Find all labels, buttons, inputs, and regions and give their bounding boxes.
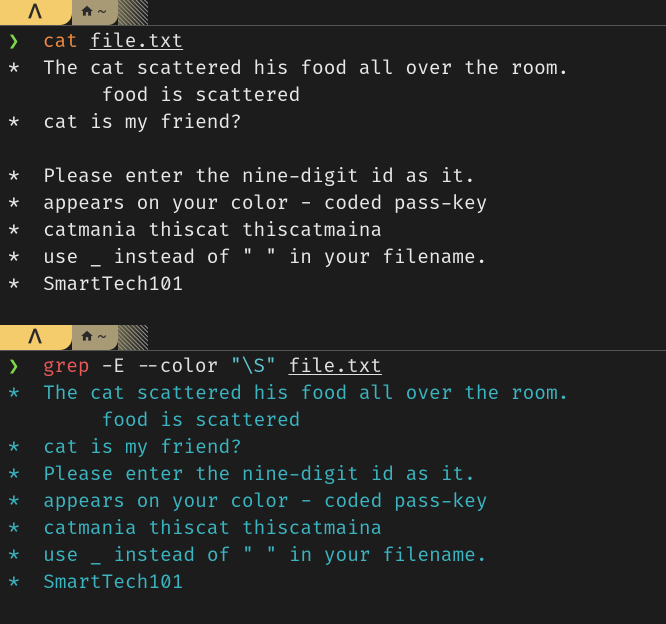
output-line xyxy=(0,136,666,163)
output-line: * catmania thiscat thiscatmaina xyxy=(0,515,666,542)
block-grep: ᐱ ~ ❯ grep -E --color "\S" file.txt * Th… xyxy=(0,325,666,596)
tab-bar: ᐱ ~ xyxy=(0,325,666,351)
arch-glyph: ᐱ xyxy=(29,324,44,351)
tab-arch: ᐱ xyxy=(0,0,72,25)
output-line: * Please enter the nine-digit id as it. xyxy=(0,163,666,190)
path-sep: ~ xyxy=(97,324,107,351)
prompt-line-1[interactable]: ❯ cat file.txt xyxy=(0,28,666,55)
output-line: * cat is my friend? xyxy=(0,434,666,461)
tab-arch: ᐱ xyxy=(0,325,72,350)
command-cat: cat xyxy=(43,29,78,53)
output-line: * use _ instead of " " in your filename. xyxy=(0,244,666,271)
grep-flags: -E --color xyxy=(90,354,230,378)
terminal[interactable]: ᐱ ~ ❯ cat file.txt * The cat scattered h… xyxy=(0,0,666,596)
argument-file: file.txt xyxy=(90,29,184,53)
home-icon xyxy=(80,0,94,26)
command-grep: grep xyxy=(43,354,90,378)
output-line: * SmartTech101 xyxy=(0,271,666,298)
output-line: * catmania thiscat thiscatmaina xyxy=(0,217,666,244)
output-line: * appears on your color - coded pass-key xyxy=(0,488,666,515)
home-icon xyxy=(80,324,94,351)
output-line: * use _ instead of " " in your filename. xyxy=(0,542,666,569)
tab-fade xyxy=(118,325,148,350)
output-line: * The cat scattered his food all over th… xyxy=(0,55,666,82)
prompt-symbol: ❯ xyxy=(8,29,19,53)
prompt-line-2[interactable]: ❯ grep -E --color "\S" file.txt xyxy=(0,353,666,380)
tab-bar: ᐱ ~ xyxy=(0,0,666,26)
output-line: food is scattered xyxy=(0,82,666,109)
output-line: * cat is my friend? xyxy=(0,109,666,136)
path-sep: ~ xyxy=(97,0,107,26)
output-line: * The cat scattered his food all over th… xyxy=(0,380,666,407)
tab-fade xyxy=(118,0,148,25)
grep-pattern: "\S" xyxy=(230,354,277,378)
tab-path: ~ xyxy=(72,325,118,350)
tab-path: ~ xyxy=(72,0,118,25)
block-cat: ᐱ ~ ❯ cat file.txt * The cat scattered h… xyxy=(0,0,666,298)
output-line: * SmartTech101 xyxy=(0,569,666,596)
arch-glyph: ᐱ xyxy=(29,0,44,26)
argument-file: file.txt xyxy=(288,354,382,378)
prompt-symbol: ❯ xyxy=(8,354,19,378)
output-line: * Please enter the nine-digit id as it. xyxy=(0,461,666,488)
output-line: food is scattered xyxy=(0,407,666,434)
output-line: * appears on your color - coded pass-key xyxy=(0,190,666,217)
